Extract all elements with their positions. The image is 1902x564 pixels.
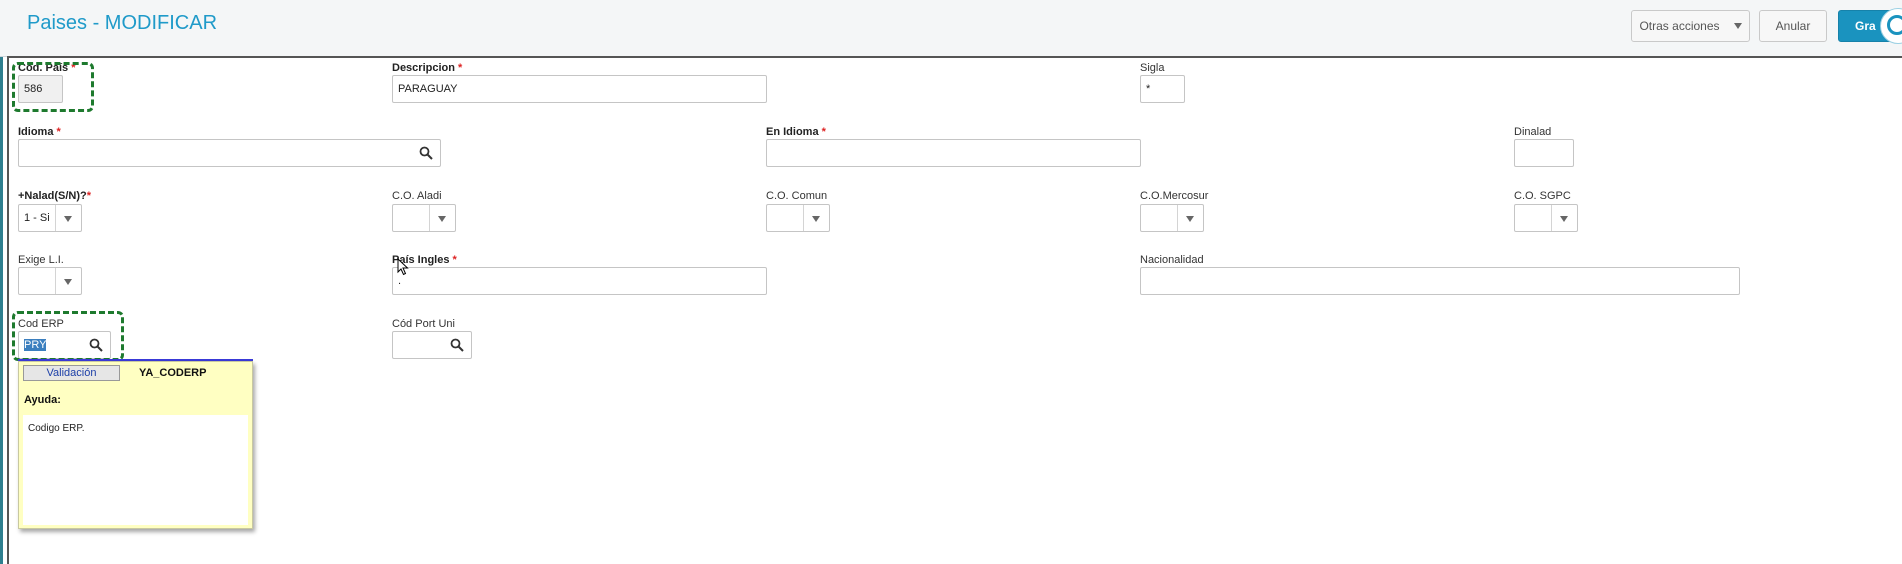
chevron-down-icon bbox=[64, 279, 72, 285]
sigla-label: Sigla bbox=[1140, 62, 1165, 74]
chevron-down-icon bbox=[1733, 23, 1742, 29]
cod-pais-focus-outline bbox=[12, 62, 94, 112]
nalad-label: +Nalad(S/N)?* bbox=[18, 190, 92, 202]
exige-li-select[interactable] bbox=[18, 267, 82, 295]
help-field-code: YA_CODERP bbox=[139, 367, 207, 379]
other-actions-button[interactable]: Otras acciones bbox=[1631, 10, 1750, 42]
help-section-label: Ayuda: bbox=[24, 394, 61, 406]
help-text: Codigo ERP. bbox=[23, 415, 248, 525]
dinalad-label: Dinalad bbox=[1514, 126, 1552, 138]
descripcion-field[interactable]: PARAGUAY bbox=[392, 75, 767, 103]
cod-erp-focus-outline bbox=[12, 311, 124, 361]
descripcion-label: Descripcion * bbox=[392, 62, 463, 74]
search-icon[interactable] bbox=[450, 338, 464, 352]
cod-port-uni-field[interactable] bbox=[392, 331, 472, 359]
chevron-down-icon bbox=[64, 216, 72, 222]
left-accent-bar bbox=[0, 0, 3, 564]
page-header: Paises - MODIFICAR Otras acciones Anular… bbox=[0, 0, 1902, 57]
pais-ingles-field[interactable]: . bbox=[392, 267, 767, 295]
co-comun-label: C.O. Comun bbox=[766, 190, 828, 202]
chevron-down-icon bbox=[1186, 216, 1194, 222]
form-left-border bbox=[7, 56, 9, 564]
sigla-field[interactable]: * bbox=[1140, 75, 1185, 103]
co-sgpc-select[interactable] bbox=[1514, 204, 1578, 232]
co-aladi-select[interactable] bbox=[392, 204, 456, 232]
idioma-field[interactable] bbox=[18, 139, 441, 167]
exige-li-label: Exige L.I. bbox=[18, 254, 64, 266]
idioma-label: Idioma * bbox=[18, 126, 61, 138]
cancel-button[interactable]: Anular bbox=[1759, 10, 1827, 42]
nacionalidad-field[interactable] bbox=[1140, 267, 1740, 295]
en-idioma-label: En Idioma * bbox=[766, 126, 826, 138]
en-idioma-field[interactable] bbox=[766, 139, 1141, 167]
chevron-down-icon bbox=[812, 216, 820, 222]
validation-button[interactable]: Validación bbox=[23, 365, 120, 381]
form-top-border bbox=[7, 56, 1902, 58]
chevron-down-icon bbox=[1560, 216, 1568, 222]
nacionalidad-label: Nacionalidad bbox=[1140, 254, 1204, 266]
co-sgpc-label: C.O. SGPC bbox=[1514, 190, 1571, 202]
co-comun-select[interactable] bbox=[766, 204, 830, 232]
co-mercosur-label: C.O.Mercosur bbox=[1140, 190, 1209, 202]
dinalad-field[interactable] bbox=[1514, 139, 1574, 167]
help-popup: Validación YA_CODERP Ayuda: Codigo ERP. bbox=[18, 361, 253, 529]
co-aladi-label: C.O. Aladi bbox=[392, 190, 442, 202]
other-actions-label: Otras acciones bbox=[1639, 19, 1720, 33]
nalad-select[interactable]: 1 - Si bbox=[18, 204, 82, 232]
co-mercosur-select[interactable] bbox=[1140, 204, 1204, 232]
search-icon[interactable] bbox=[419, 146, 433, 160]
chevron-down-icon bbox=[438, 216, 446, 222]
cod-port-uni-label: Cód Port Uni bbox=[392, 318, 455, 330]
page-title: Paises - MODIFICAR bbox=[27, 12, 218, 34]
mouse-cursor-icon bbox=[397, 258, 409, 276]
